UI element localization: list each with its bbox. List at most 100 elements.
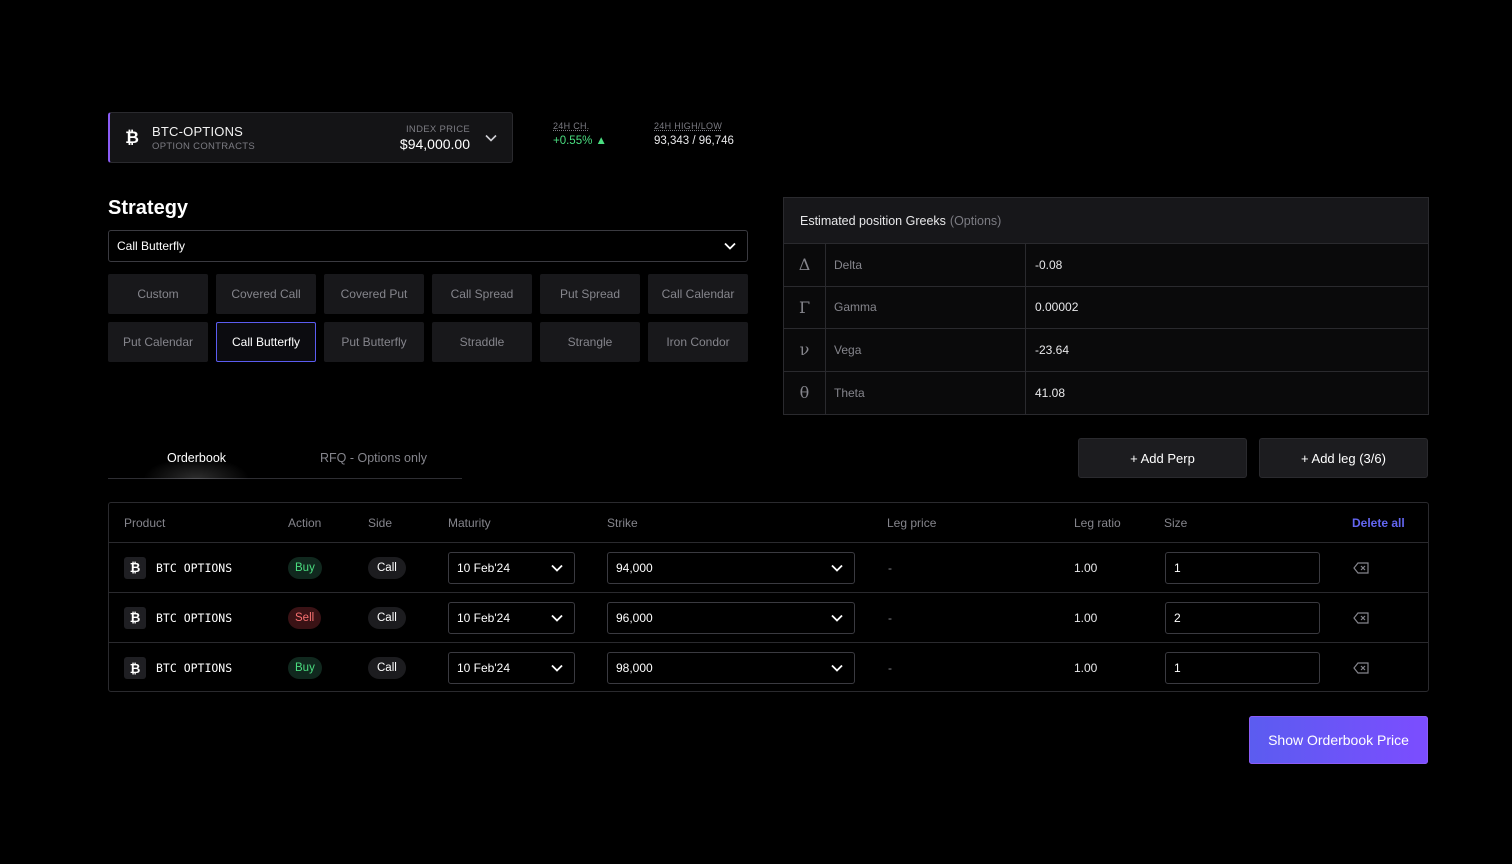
greek-value: -23.64	[1035, 342, 1070, 357]
strategy-custom-button[interactable]: Custom	[108, 274, 208, 314]
change-24h-label: 24H CH.	[553, 121, 590, 131]
theta-icon: θ	[784, 371, 826, 414]
legs-table-header: Product Action Side Maturity Strike Leg …	[109, 503, 1428, 543]
market-subtitle: OPTION CONTRACTS	[152, 140, 255, 152]
highlow-24h-label: 24H HIGH/LOW	[654, 121, 723, 131]
strategy-dropdown[interactable]: Call Butterfly	[108, 230, 748, 262]
market-selector[interactable]: ₿ BTC-OPTIONS OPTION CONTRACTS INDEX PRI…	[108, 112, 513, 163]
strike-value: 94,000	[616, 560, 653, 575]
strategy-put-spread-button[interactable]: Put Spread	[540, 274, 640, 314]
maturity-value: 10 Feb'24	[457, 610, 510, 625]
strategy-covered-put-button[interactable]: Covered Put	[324, 274, 424, 314]
greek-value: -0.08	[1035, 257, 1063, 272]
strategy-call-butterfly-button[interactable]: Call Butterfly	[216, 322, 316, 362]
greeks-title: Estimated position Greeks	[800, 213, 946, 228]
change-24h-stat: 24H CH. +0.55% ▲	[553, 121, 607, 147]
product-name: BTC OPTIONS	[156, 661, 233, 675]
strategy-straddle-button[interactable]: Straddle	[432, 322, 532, 362]
strike-value: 98,000	[616, 661, 653, 675]
add-perp-button[interactable]: + Add Perp	[1078, 438, 1247, 478]
header-side: Side	[368, 516, 393, 530]
size-value: 2	[1174, 610, 1181, 625]
size-value: 1	[1174, 560, 1181, 575]
maturity-value: 10 Feb'24	[457, 661, 510, 675]
highlow-24h-stat: 24H HIGH/LOW 93,343 / 96,746	[654, 121, 734, 147]
strategy-put-butterfly-button[interactable]: Put Butterfly	[324, 322, 424, 362]
chevron-down-icon	[550, 661, 564, 675]
product-name: BTC OPTIONS	[156, 560, 233, 575]
size-input[interactable]: 1	[1165, 652, 1320, 684]
header-leg-ratio: Leg ratio	[1074, 516, 1121, 530]
delete-row-icon[interactable]	[1353, 561, 1369, 574]
header-product: Product	[124, 516, 166, 530]
strike-select[interactable]: 94,000	[607, 551, 855, 584]
market-title: BTC-OPTIONS	[152, 123, 244, 139]
action-badge[interactable]: Buy	[288, 657, 322, 679]
change-24h-value: +0.55% ▲	[553, 135, 607, 147]
greek-name: Gamma	[826, 286, 1026, 328]
highlow-24h-value: 93,343 / 96,746	[654, 135, 734, 147]
size-value: 1	[1174, 661, 1181, 675]
table-row: ₿ BTC OPTIONS Sell Call 10 Feb'24 96,000…	[109, 593, 1428, 643]
bitcoin-icon: ₿	[125, 127, 139, 147]
greek-name: Vega	[826, 329, 1026, 371]
bitcoin-icon: ₿	[124, 606, 146, 629]
index-price-label: INDEX PRICE	[405, 123, 470, 135]
index-price-value: $94,000.00	[399, 135, 470, 152]
strategy-iron-condor-button[interactable]: Iron Condor	[648, 322, 748, 362]
delete-row-icon[interactable]	[1353, 662, 1369, 674]
bitcoin-icon: ₿	[124, 556, 146, 579]
strike-value: 96,000	[616, 610, 653, 625]
greek-name: Theta	[826, 371, 1026, 414]
strategy-covered-call-button[interactable]: Covered Call	[216, 274, 316, 314]
chevron-down-icon	[830, 661, 844, 675]
tab-rfq[interactable]: RFQ - Options only	[285, 437, 462, 478]
side-badge[interactable]: Call	[368, 606, 406, 629]
chevron-down-icon	[723, 239, 737, 253]
header-maturity: Maturity	[448, 516, 491, 530]
add-leg-button[interactable]: + Add leg (3/6)	[1259, 438, 1428, 478]
chevron-down-icon	[830, 561, 844, 575]
chevron-down-icon	[830, 611, 844, 625]
size-input[interactable]: 2	[1165, 601, 1320, 634]
size-input[interactable]: 1	[1165, 551, 1320, 584]
strategy-dropdown-value: Call Butterfly	[117, 239, 186, 253]
action-badge[interactable]: Buy	[288, 556, 322, 579]
greek-row-delta: Δ Delta -0.08	[784, 244, 1428, 287]
action-badge[interactable]: Sell	[288, 606, 322, 629]
leg-ratio-value: 1.00	[1074, 610, 1098, 625]
bitcoin-icon: ₿	[124, 657, 146, 679]
strike-select[interactable]: 96,000	[607, 601, 855, 634]
greek-value: 41.08	[1035, 385, 1066, 400]
delta-icon: Δ	[784, 244, 826, 286]
header-action: Action	[288, 516, 322, 530]
order-mode-tabs: Orderbook RFQ - Options only	[108, 437, 462, 479]
maturity-select[interactable]: 10 Feb'24	[448, 652, 575, 684]
legs-table: Product Action Side Maturity Strike Leg …	[108, 502, 1429, 692]
show-orderbook-price-button[interactable]: Show Orderbook Price	[1249, 716, 1428, 764]
product-cell: ₿ BTC OPTIONS	[124, 556, 233, 579]
strategy-put-calendar-button[interactable]: Put Calendar	[108, 322, 208, 362]
strategy-title: Strategy	[108, 197, 189, 219]
table-row: ₿ BTC OPTIONS Buy Call 10 Feb'24 94,000 …	[109, 543, 1428, 593]
delete-row-icon[interactable]	[1353, 611, 1369, 624]
strategy-strangle-button[interactable]: Strangle	[540, 322, 640, 362]
leg-price-value: -	[888, 661, 892, 675]
maturity-select[interactable]: 10 Feb'24	[448, 601, 575, 634]
header-leg-price: Leg price	[887, 516, 937, 530]
maturity-select[interactable]: 10 Feb'24	[448, 551, 575, 584]
strategy-call-spread-button[interactable]: Call Spread	[432, 274, 532, 314]
tab-orderbook[interactable]: Orderbook	[108, 437, 285, 479]
delete-all-button[interactable]: Delete all	[1352, 516, 1405, 530]
chevron-down-icon[interactable]	[484, 131, 498, 145]
side-badge[interactable]: Call	[368, 556, 406, 579]
table-row: ₿ BTC OPTIONS Buy Call 10 Feb'24 98,000 …	[109, 643, 1428, 693]
vega-icon: ν	[784, 329, 826, 371]
strategy-call-calendar-button[interactable]: Call Calendar	[648, 274, 748, 314]
gamma-icon: Γ	[784, 286, 826, 328]
leg-price-value: -	[888, 610, 892, 625]
product-name: BTC OPTIONS	[156, 610, 233, 625]
side-badge[interactable]: Call	[368, 657, 406, 679]
strike-select[interactable]: 98,000	[607, 652, 855, 684]
maturity-value: 10 Feb'24	[457, 560, 510, 575]
